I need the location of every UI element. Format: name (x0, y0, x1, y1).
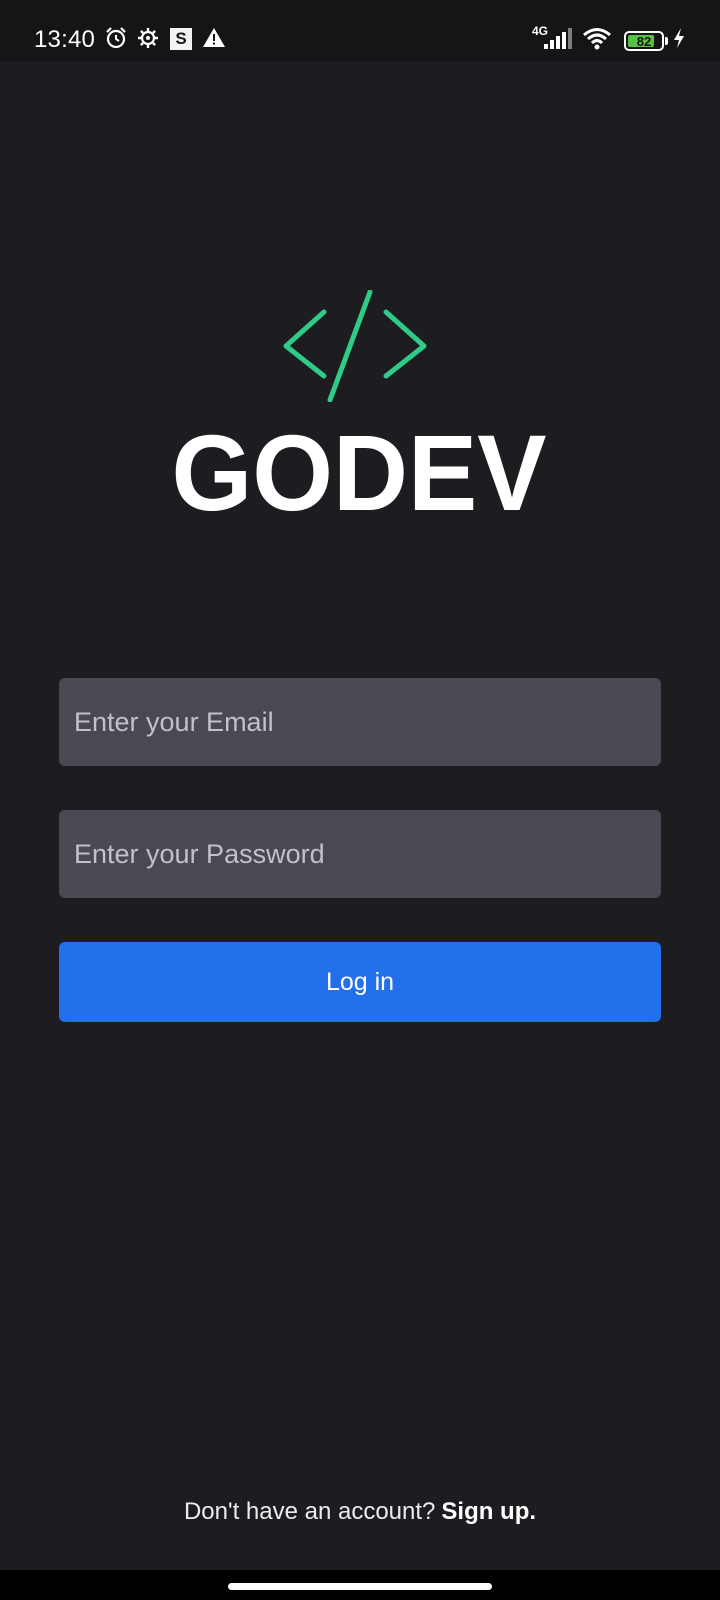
login-button[interactable]: Log in (59, 942, 661, 1022)
password-input[interactable] (59, 810, 661, 898)
alarm-icon (106, 27, 126, 49)
wifi-icon (583, 28, 611, 50)
home-indicator[interactable] (228, 1583, 492, 1590)
status-bar: 13:40 S 4G 82 (0, 0, 720, 62)
brand-logo: GODEV (172, 420, 547, 520)
signup-prompt: Don't have an account? (183, 1498, 436, 1525)
battery-tip (665, 37, 668, 45)
signal-icon (544, 28, 572, 49)
warning-icon (203, 28, 225, 47)
code-brackets-icon (283, 290, 427, 402)
charging-bolt-icon (674, 28, 684, 48)
signup-link[interactable]: Sign up. (441, 1498, 536, 1525)
password-field-container (59, 810, 661, 898)
login-screen: 13:40 S 4G 82 GODEV Enter your Email Log… (0, 0, 720, 1600)
email-field-container (59, 678, 661, 766)
brand-name: GODEV (172, 420, 547, 520)
email-input[interactable] (59, 678, 661, 766)
signup-row: Don't have an account? Sign up. (0, 1498, 720, 1526)
battery-level: 82 (636, 34, 652, 49)
gear-icon (138, 28, 158, 48)
battery-icon: 82 (624, 31, 664, 51)
s-badge-icon: S (170, 28, 192, 50)
status-time: 13:40 (34, 26, 96, 53)
